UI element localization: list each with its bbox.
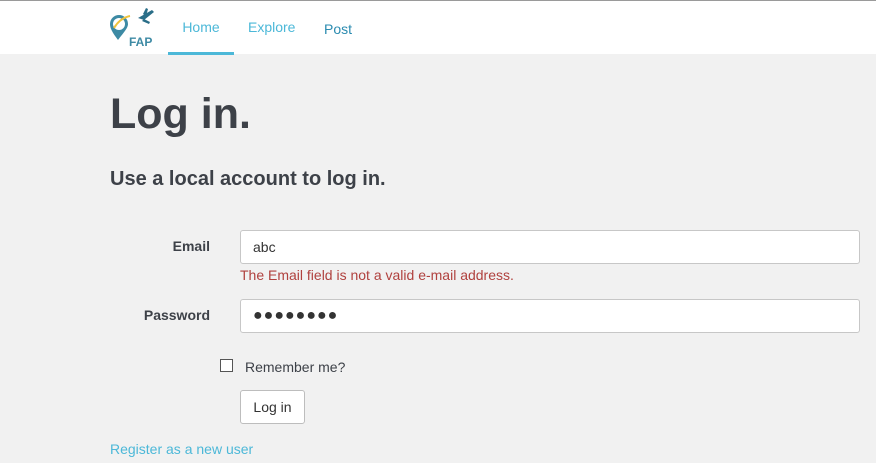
email-error-message: The Email field is not a valid e-mail ad… [240, 267, 514, 283]
remember-me-label[interactable]: Remember me? [245, 358, 345, 376]
nav-post[interactable]: Post [324, 1, 364, 55]
email-field[interactable] [240, 230, 860, 264]
password-label: Password [143, 307, 210, 323]
svg-text:FAP: FAP [129, 35, 152, 49]
remember-me-checkbox[interactable] [220, 359, 233, 372]
page-subtitle: Use a local account to log in. [110, 168, 386, 190]
password-field[interactable] [240, 299, 860, 333]
login-button[interactable]: Log in [240, 390, 305, 424]
top-navbar: FAP Home Explore Post [0, 0, 876, 55]
location-pin-icon: FAP [110, 8, 154, 49]
email-label: Email [172, 238, 210, 254]
nav-home[interactable]: Home [168, 1, 234, 55]
register-link[interactable]: Register as a new user [110, 440, 253, 458]
site-logo[interactable]: FAP [108, 6, 156, 50]
page-title: Log in. [110, 90, 251, 138]
airplane-icon [138, 8, 154, 24]
nav-explore[interactable]: Explore [248, 1, 298, 55]
